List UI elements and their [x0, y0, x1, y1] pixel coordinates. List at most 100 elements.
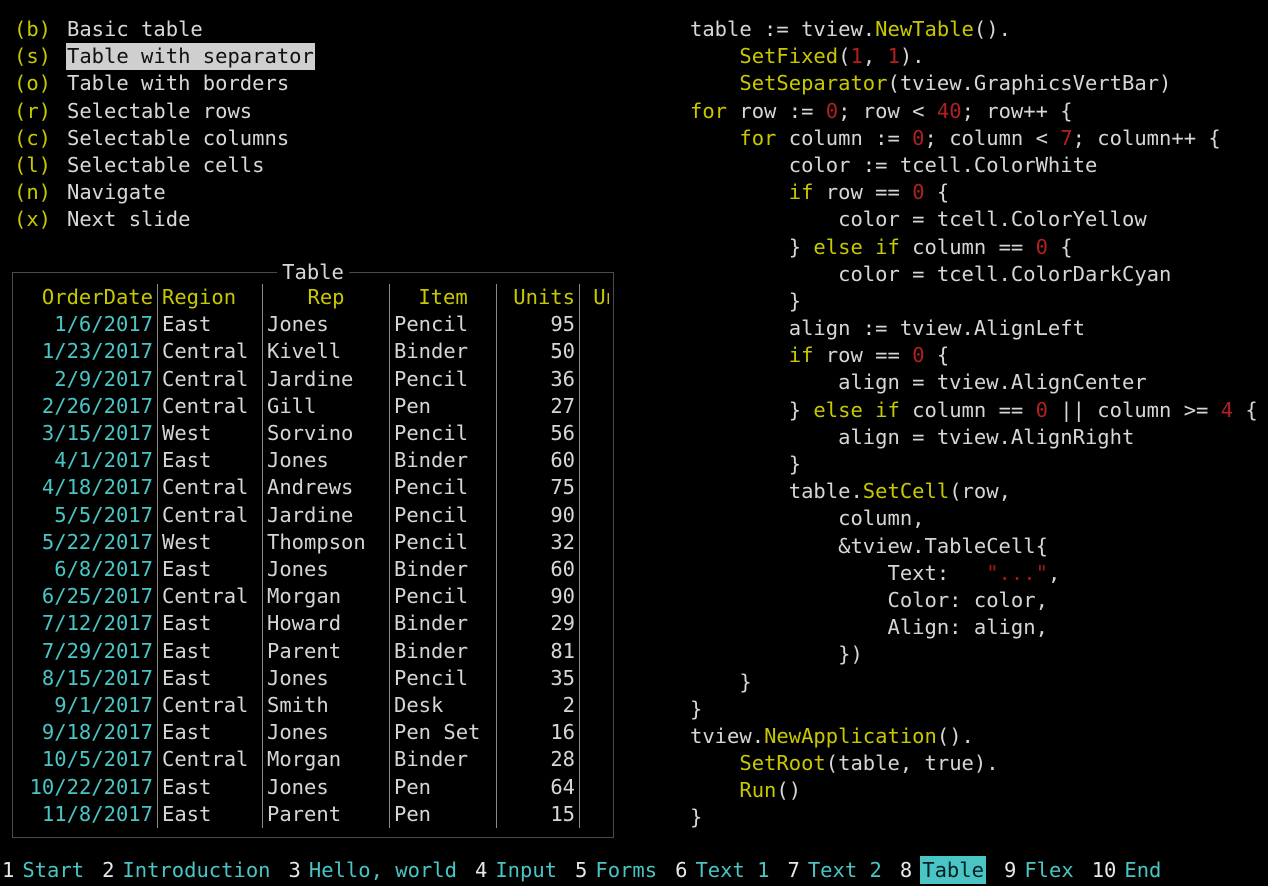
- table-cell[interactable]: Pencil: [389, 501, 497, 529]
- table-cell[interactable]: Central: [157, 583, 263, 611]
- table-cell[interactable]: 4/1/2017: [19, 447, 158, 474]
- table-cell[interactable]: 2.99: [579, 420, 609, 448]
- table-cell[interactable]: Jardine: [262, 501, 390, 529]
- slide-statusbar[interactable]: 1 Start 2 Introduction 3 Hello, world 4 Input 5 F…: [0, 856, 1268, 884]
- table-row[interactable]: 4/18/2017CentralAndrewsPencil751.99: [19, 474, 609, 502]
- table-cell[interactable]: 75: [496, 474, 580, 502]
- table-cell[interactable]: 1/23/2017: [19, 338, 158, 365]
- table-cell[interactable]: 1/6/2017: [19, 311, 158, 338]
- table-cell[interactable]: Central: [157, 338, 263, 366]
- table-cell[interactable]: 1.99: [579, 474, 609, 502]
- table-cell[interactable]: 32: [496, 528, 580, 557]
- table-cell[interactable]: 50: [496, 338, 580, 366]
- table-cell[interactable]: 7/29/2017: [19, 638, 158, 665]
- table-cell[interactable]: West: [157, 420, 263, 448]
- table-cell[interactable]: Pencil: [389, 583, 497, 611]
- table-cell[interactable]: East: [157, 773, 263, 801]
- data-table[interactable]: OrderDateRegionRepItemUnitsUnitCost 1/6/…: [19, 284, 609, 829]
- table-cell[interactable]: Pencil: [389, 474, 497, 502]
- table-cell[interactable]: Pen: [389, 773, 497, 801]
- table-cell[interactable]: Jardine: [262, 365, 390, 393]
- table-cell[interactable]: 8.99: [579, 773, 609, 801]
- table-cell[interactable]: Pen: [389, 392, 497, 421]
- table-cell[interactable]: 28: [496, 746, 580, 774]
- table-cell[interactable]: 125.00: [579, 692, 609, 720]
- table-cell[interactable]: Morgan: [262, 746, 390, 774]
- column-header-item[interactable]: Item: [389, 284, 497, 312]
- table-row[interactable]: 7/29/2017EastParentBinder8119.99: [19, 637, 609, 665]
- table-row[interactable]: 5/22/2017WestThompsonPencil321.99: [19, 528, 609, 557]
- table-cell[interactable]: 27: [496, 392, 580, 421]
- table-cell[interactable]: Jones: [262, 773, 390, 801]
- table-cell[interactable]: 90: [496, 583, 580, 611]
- table-cell[interactable]: 8.99: [579, 746, 609, 774]
- table-cell[interactable]: East: [157, 719, 263, 747]
- table-cell[interactable]: 7/12/2017: [19, 610, 158, 637]
- table-cell[interactable]: Binder: [389, 338, 497, 366]
- table-cell[interactable]: 29: [496, 610, 580, 638]
- statusbar-item-table[interactable]: 8 Table: [900, 856, 986, 884]
- table-cell[interactable]: 81: [496, 637, 580, 665]
- table-cell[interactable]: Jones: [262, 719, 390, 747]
- table-cell[interactable]: 15.99: [579, 719, 609, 747]
- table-cell[interactable]: East: [157, 610, 263, 638]
- table-cell[interactable]: West: [157, 528, 263, 557]
- table-cell[interactable]: Parent: [262, 800, 390, 829]
- statusbar-item-start[interactable]: 1 Start: [2, 856, 84, 884]
- table-row[interactable]: 8/15/2017EastJonesPencil354.99: [19, 664, 609, 693]
- table-cell[interactable]: Central: [157, 746, 263, 774]
- menu-item-next-slide[interactable]: (x) Next slide: [14, 206, 614, 233]
- statusbar-item-flex[interactable]: 9 Flex: [1004, 856, 1074, 884]
- table-cell[interactable]: 3/15/2017: [19, 420, 158, 447]
- table-cell[interactable]: 2: [496, 692, 580, 720]
- table-cell[interactable]: 19.99: [579, 338, 609, 366]
- table-cell[interactable]: Binder: [389, 556, 497, 584]
- table-cell[interactable]: East: [157, 664, 263, 693]
- table-row[interactable]: 6/25/2017CentralMorganPencil904.99: [19, 583, 609, 611]
- table-cell[interactable]: East: [157, 447, 263, 475]
- table-cell[interactable]: Gill: [262, 392, 390, 421]
- table-row[interactable]: 1/6/2017EastJonesPencil951.99: [19, 311, 609, 339]
- menu-item-table-with-separator[interactable]: (s) Table with separator: [14, 43, 614, 71]
- table-cell[interactable]: Howard: [262, 610, 390, 638]
- menu-item-table-with-borders[interactable]: (o) Table with borders: [14, 70, 614, 97]
- table-row[interactable]: 7/12/2017EastHowardBinder291.99: [19, 610, 609, 638]
- table-cell[interactable]: 60: [496, 447, 580, 475]
- table-cell[interactable]: 1.99: [579, 311, 609, 339]
- table-cell[interactable]: Thompson: [262, 528, 390, 557]
- menu-item-basic-table[interactable]: (b) Basic table: [14, 16, 614, 43]
- statusbar-item-hello-world[interactable]: 3 Hello, world: [289, 856, 457, 884]
- table-cell[interactable]: Pencil: [389, 420, 497, 448]
- table-cell[interactable]: 5/5/2017: [19, 502, 158, 529]
- table-row[interactable]: 5/5/2017CentralJardinePencil904.99: [19, 501, 609, 529]
- table-cell[interactable]: Jones: [262, 664, 390, 693]
- table-cell[interactable]: 4.99: [579, 447, 609, 475]
- table-cell[interactable]: 2/9/2017: [19, 366, 158, 393]
- table-row[interactable]: 4/1/2017EastJonesBinder604.99: [19, 447, 609, 475]
- table-cell[interactable]: 8.99: [579, 556, 609, 584]
- table-cell[interactable]: 36: [496, 365, 580, 393]
- table-panel[interactable]: Table OrderDateRegionRepItemUnitsUnitCos…: [12, 261, 614, 838]
- table-cell[interactable]: Central: [157, 365, 263, 393]
- table-cell[interactable]: Smith: [262, 692, 390, 720]
- column-header-rep[interactable]: Rep: [262, 284, 390, 312]
- table-cell[interactable]: Parent: [262, 637, 390, 665]
- table-cell[interactable]: 9/18/2017: [19, 719, 158, 746]
- table-cell[interactable]: 15: [496, 800, 580, 829]
- table-cell[interactable]: 11/8/2017: [19, 801, 158, 828]
- statusbar-item-end[interactable]: 10 End: [1092, 856, 1162, 884]
- table-cell[interactable]: 4/18/2017: [19, 474, 158, 501]
- table-cell[interactable]: 60: [496, 556, 580, 584]
- table-row[interactable]: 9/1/2017CentralSmithDesk2125.00: [19, 692, 609, 720]
- statusbar-item-forms[interactable]: 5 Forms: [575, 856, 657, 884]
- table-cell[interactable]: Pen: [389, 800, 497, 829]
- statusbar-item-introduction[interactable]: 2 Introduction: [102, 856, 270, 884]
- table-cell[interactable]: Binder: [389, 610, 497, 638]
- table-cell[interactable]: 4.99: [579, 365, 609, 393]
- table-row[interactable]: 6/8/2017EastJonesBinder608.99: [19, 556, 609, 584]
- column-header-units[interactable]: Units: [496, 284, 580, 312]
- table-cell[interactable]: Pencil: [389, 664, 497, 693]
- table-cell[interactable]: 8/15/2017: [19, 665, 158, 692]
- table-row[interactable]: 2/9/2017CentralJardinePencil364.99: [19, 365, 609, 393]
- menu-item-selectable-rows[interactable]: (r) Selectable rows: [14, 98, 614, 125]
